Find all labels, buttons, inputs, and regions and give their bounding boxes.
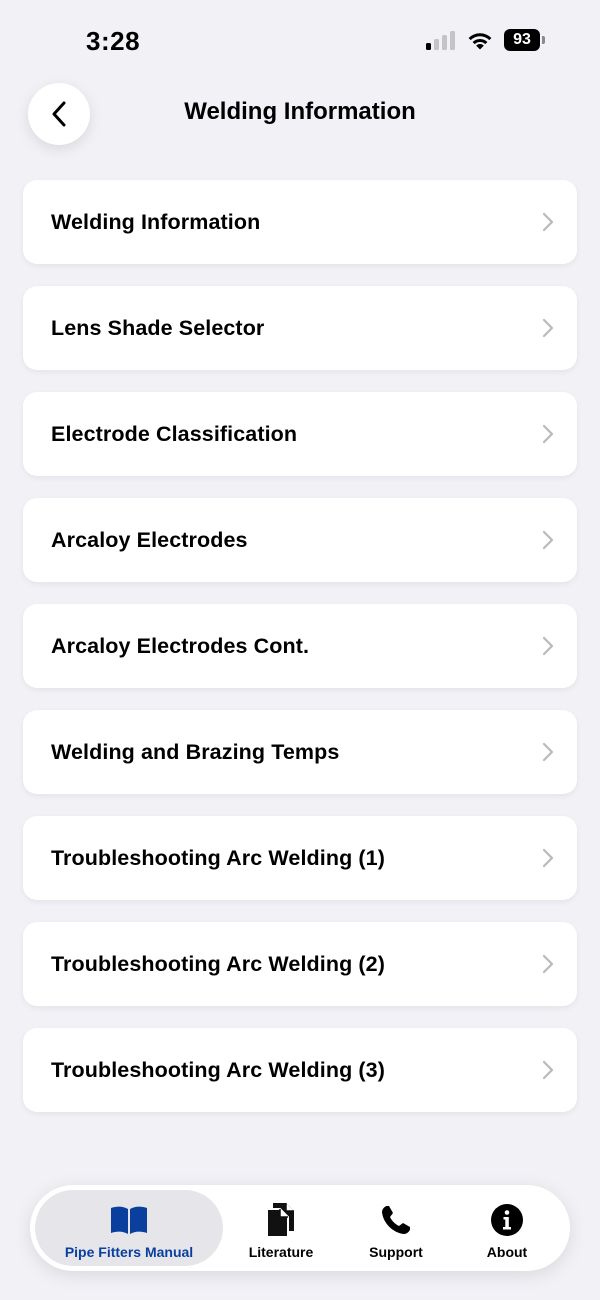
list-item-label: Welding and Brazing Temps bbox=[51, 739, 340, 764]
phone-icon bbox=[380, 1202, 412, 1238]
list-item-troubleshooting-2[interactable]: Troubleshooting Arc Welding (2) bbox=[23, 922, 577, 1006]
list-item-electrode-classification[interactable]: Electrode Classification bbox=[23, 392, 577, 476]
tab-bar: Pipe Fitters Manual Literature Support A… bbox=[30, 1185, 570, 1271]
list-item-arcaloy-electrodes[interactable]: Arcaloy Electrodes bbox=[23, 498, 577, 582]
chevron-right-icon bbox=[542, 742, 554, 762]
info-icon bbox=[490, 1202, 524, 1238]
page-title: Welding Information bbox=[184, 98, 416, 125]
battery-icon: 93 bbox=[504, 29, 540, 51]
list-item-label: Arcaloy Electrodes bbox=[51, 527, 248, 552]
list-item-arcaloy-electrodes-cont[interactable]: Arcaloy Electrodes Cont. bbox=[23, 604, 577, 688]
chevron-right-icon bbox=[542, 954, 554, 974]
chevron-right-icon bbox=[542, 212, 554, 232]
list-item-label: Troubleshooting Arc Welding (1) bbox=[51, 845, 385, 870]
screen: 3:28 93 Welding Information Welding Info… bbox=[0, 0, 600, 1300]
tab-label: Literature bbox=[248, 1244, 314, 1260]
list-item-label: Welding Information bbox=[51, 209, 261, 234]
list-item-welding-information[interactable]: Welding Information bbox=[23, 180, 577, 264]
tab-about[interactable]: About bbox=[458, 1190, 556, 1266]
list-item-label: Arcaloy Electrodes Cont. bbox=[51, 633, 310, 658]
list-item-troubleshooting-3[interactable]: Troubleshooting Arc Welding (3) bbox=[23, 1028, 577, 1112]
book-icon bbox=[109, 1202, 149, 1238]
status-time: 3:28 bbox=[86, 26, 141, 56]
documents-icon bbox=[264, 1202, 298, 1238]
list-item-welding-brazing-temps[interactable]: Welding and Brazing Temps bbox=[23, 710, 577, 794]
tab-label: Support bbox=[369, 1244, 423, 1260]
list-item-lens-shade-selector[interactable]: Lens Shade Selector bbox=[23, 286, 577, 370]
tab-literature[interactable]: Literature bbox=[228, 1190, 334, 1266]
list-item-label: Troubleshooting Arc Welding (3) bbox=[51, 1057, 385, 1082]
menu-list: Welding Information Lens Shade Selector … bbox=[23, 180, 577, 1134]
list-item-label: Lens Shade Selector bbox=[51, 315, 265, 340]
chevron-right-icon bbox=[542, 848, 554, 868]
list-item-label: Troubleshooting Arc Welding (2) bbox=[51, 951, 385, 976]
tab-support[interactable]: Support bbox=[344, 1190, 448, 1266]
tab-label: Pipe Fitters Manual bbox=[64, 1244, 194, 1260]
wifi-icon bbox=[468, 33, 492, 50]
chevron-right-icon bbox=[542, 318, 554, 338]
list-item-label: Electrode Classification bbox=[51, 421, 298, 446]
cellular-signal-icon bbox=[426, 30, 458, 50]
list-item-troubleshooting-1[interactable]: Troubleshooting Arc Welding (1) bbox=[23, 816, 577, 900]
chevron-right-icon bbox=[542, 636, 554, 656]
chevron-right-icon bbox=[542, 1060, 554, 1080]
battery-level: 93 bbox=[513, 31, 531, 48]
tab-pipe-fitters-manual[interactable]: Pipe Fitters Manual bbox=[35, 1190, 223, 1266]
chevron-right-icon bbox=[542, 424, 554, 444]
tab-label: About bbox=[486, 1244, 528, 1260]
status-bar: 3:28 93 bbox=[0, 0, 600, 80]
chevron-right-icon bbox=[542, 530, 554, 550]
battery-tip bbox=[542, 36, 545, 44]
